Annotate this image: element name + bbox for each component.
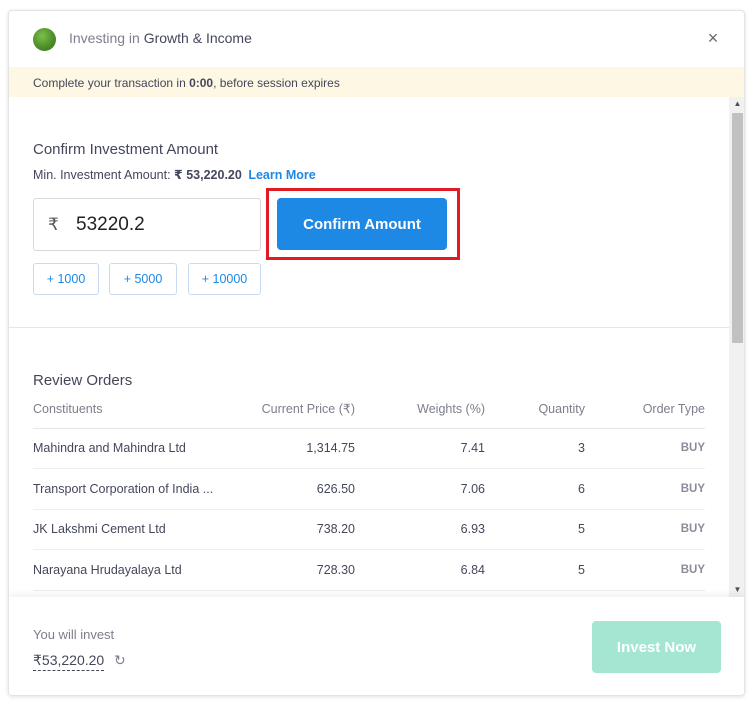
modal-header: Investing in Growth & Income ×: [9, 11, 744, 67]
min-investment-label: Min. Investment Amount:: [33, 168, 175, 182]
section-divider: [9, 327, 729, 328]
current-price: 626.50: [243, 468, 355, 510]
constituent-name: JK Lakshmi Cement Ltd: [33, 509, 243, 550]
amount-input[interactable]: ₹ 53220.2: [33, 198, 261, 251]
order-type: BUY: [585, 509, 705, 550]
column-header: Quantity: [485, 390, 585, 429]
column-header: Current Price (₹): [243, 390, 355, 429]
invest-amount[interactable]: ₹53,220.20: [33, 652, 105, 671]
table-row: Narayana Hrudayalaya Ltd 728.30 6.84 5 B…: [33, 549, 705, 591]
scroll-content: Confirm Investment Amount Min. Investmen…: [9, 97, 729, 597]
min-investment-amount: ₹ 53,220.20: [174, 168, 242, 182]
portfolio-logo-icon: [33, 28, 56, 51]
learn-more-link[interactable]: Learn More: [248, 168, 315, 182]
modal-title: Investing in Growth & Income: [69, 30, 252, 46]
weight: 7.41: [355, 428, 485, 469]
table-header-row: Constituents Current Price (₹) Weights (…: [33, 390, 705, 429]
confirm-amount-title: Confirm Investment Amount: [33, 141, 219, 158]
amount-value: 53220.2: [76, 213, 145, 235]
add-1000-button[interactable]: + 1000: [33, 263, 99, 295]
scroll-up-arrow-icon[interactable]: ▲: [729, 97, 744, 111]
orders-table: Constituents Current Price (₹) Weights (…: [33, 390, 705, 591]
order-type: BUY: [585, 549, 705, 591]
current-price: 1,314.75: [243, 428, 355, 469]
quantity: 5: [485, 549, 585, 591]
title-prefix: Investing in: [69, 30, 140, 46]
scroll-down-arrow-icon[interactable]: ▼: [729, 583, 744, 597]
column-header: Weights (%): [355, 390, 485, 429]
order-type: BUY: [585, 468, 705, 510]
table-row: JK Lakshmi Cement Ltd 738.20 6.93 5 BUY: [33, 509, 705, 550]
column-header: Order Type: [585, 390, 705, 429]
session-timer: 0:00: [189, 76, 214, 90]
quantity: 3: [485, 428, 585, 469]
invest-modal: Investing in Growth & Income × Complete …: [8, 10, 745, 696]
quantity: 5: [485, 509, 585, 550]
order-type: BUY: [585, 428, 705, 469]
vertical-scrollbar[interactable]: ▲ ▼: [729, 97, 744, 597]
refresh-icon[interactable]: ↻: [114, 652, 126, 669]
constituent-name: Mahindra and Mahindra Ltd: [33, 428, 243, 469]
quantity: 6: [485, 468, 585, 510]
session-text-before: Complete your transaction in: [33, 76, 190, 90]
confirm-amount-button[interactable]: Confirm Amount: [277, 198, 447, 250]
scrollbar-thumb[interactable]: [732, 113, 743, 343]
column-header: Constituents: [33, 390, 243, 429]
weight: 7.06: [355, 468, 485, 510]
modal-footer: You will invest ₹53,220.20 ↻ Invest Now: [9, 597, 744, 695]
constituent-name: Transport Corporation of India ...: [33, 468, 243, 510]
portfolio-name: Growth & Income: [143, 30, 252, 46]
add-10000-button[interactable]: + 10000: [188, 263, 261, 295]
weight: 6.84: [355, 549, 485, 591]
session-text-after: , before session expires: [213, 76, 340, 90]
current-price: 728.30: [243, 549, 355, 591]
min-investment-line: Min. Investment Amount: ₹ 53,220.20 Lear…: [33, 167, 316, 182]
table-row: Mahindra and Mahindra Ltd 1,314.75 7.41 …: [33, 428, 705, 469]
session-banner: Complete your transaction in 0:00, befor…: [9, 67, 744, 97]
review-orders-title: Review Orders: [33, 372, 133, 389]
table-row: Transport Corporation of India ... 626.5…: [33, 468, 705, 510]
current-price: 738.20: [243, 509, 355, 550]
invest-label: You will invest: [33, 627, 115, 642]
rupee-icon: ₹: [48, 214, 59, 234]
add-5000-button[interactable]: + 5000: [109, 263, 177, 295]
weight: 6.93: [355, 509, 485, 550]
constituent-name: Narayana Hrudayalaya Ltd: [33, 549, 243, 591]
close-icon[interactable]: ×: [702, 27, 724, 49]
invest-now-button[interactable]: Invest Now: [592, 621, 721, 673]
